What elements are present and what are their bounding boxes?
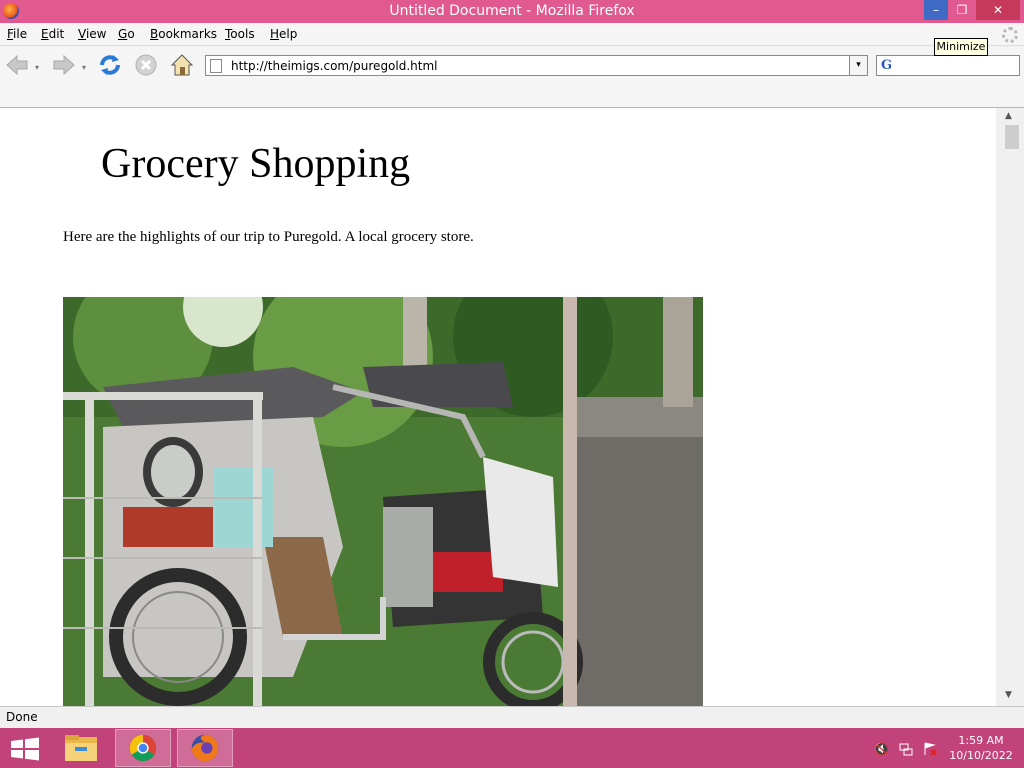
throbber-icon: [1002, 27, 1018, 43]
search-bar[interactable]: G: [876, 55, 1020, 76]
address-input[interactable]: http://theimigs.com/puregold.html: [231, 59, 438, 73]
forward-icon[interactable]: [51, 52, 77, 78]
close-button[interactable]: ✕: [976, 0, 1020, 20]
firefox-taskbar-icon[interactable]: [177, 729, 233, 767]
speaker-muted-icon[interactable]: 🔇: [874, 742, 889, 756]
page-content: Grocery Shopping Here are the highlights…: [0, 108, 996, 706]
google-search-icon[interactable]: G: [881, 58, 892, 73]
menu-help[interactable]: Help: [270, 27, 297, 41]
forward-dropdown-icon[interactable]: ▾: [82, 63, 90, 72]
stop-icon[interactable]: [133, 52, 159, 78]
back-dropdown-icon[interactable]: ▾: [35, 63, 43, 72]
intro-paragraph: Here are the highlights of our trip to P…: [63, 229, 474, 245]
menu-bookmarks[interactable]: Bookmarks: [150, 27, 217, 41]
system-clock[interactable]: 1:59 AM 10/10/2022: [946, 733, 1016, 763]
status-bar: Done: [0, 706, 1024, 728]
windows-start-icon[interactable]: [10, 737, 40, 761]
menu-go[interactable]: Go: [118, 27, 135, 41]
menu-file[interactable]: File: [7, 27, 27, 41]
tricycle-photo: [63, 297, 703, 706]
back-icon[interactable]: [4, 52, 30, 78]
vertical-scrollbar[interactable]: ▲ ▼: [996, 108, 1024, 706]
menu-bar: File Edit View Go Bookmarks Tools Help: [0, 23, 1024, 46]
restore-button[interactable]: ❐: [950, 0, 974, 20]
address-dropdown-icon[interactable]: ▾: [849, 56, 867, 75]
address-bar[interactable]: http://theimigs.com/puregold.html ▾: [205, 55, 868, 76]
home-icon[interactable]: [169, 52, 195, 78]
bookmarks-toolbar: [0, 83, 1024, 108]
file-explorer-icon[interactable]: [53, 729, 109, 767]
minimize-tooltip: Minimize: [934, 38, 988, 56]
page-icon: [210, 59, 222, 73]
scroll-up-icon[interactable]: ▲: [1005, 111, 1012, 121]
scroll-down-icon[interactable]: ▼: [1005, 690, 1012, 700]
reload-icon[interactable]: [97, 52, 123, 78]
network-icon[interactable]: [899, 742, 913, 756]
minimize-button[interactable]: –: [924, 0, 948, 20]
action-center-icon[interactable]: [923, 742, 937, 756]
taskbar: 🔇 1:59 AM 10/10/2022: [0, 728, 1024, 768]
menu-edit[interactable]: Edit: [41, 27, 64, 41]
clock-time: 1:59 AM: [958, 734, 1004, 747]
scroll-thumb[interactable]: [1005, 125, 1019, 149]
menu-tools[interactable]: Tools: [225, 27, 255, 41]
window-titlebar: Untitled Document - Mozilla Firefox – ❐ …: [0, 0, 1024, 23]
status-text: Done: [6, 710, 38, 724]
page-heading: Grocery Shopping: [101, 141, 411, 187]
menu-view[interactable]: View: [78, 27, 106, 41]
clock-date: 10/10/2022: [949, 749, 1013, 762]
chrome-icon[interactable]: [115, 729, 171, 767]
window-title: Untitled Document - Mozilla Firefox: [389, 3, 635, 19]
